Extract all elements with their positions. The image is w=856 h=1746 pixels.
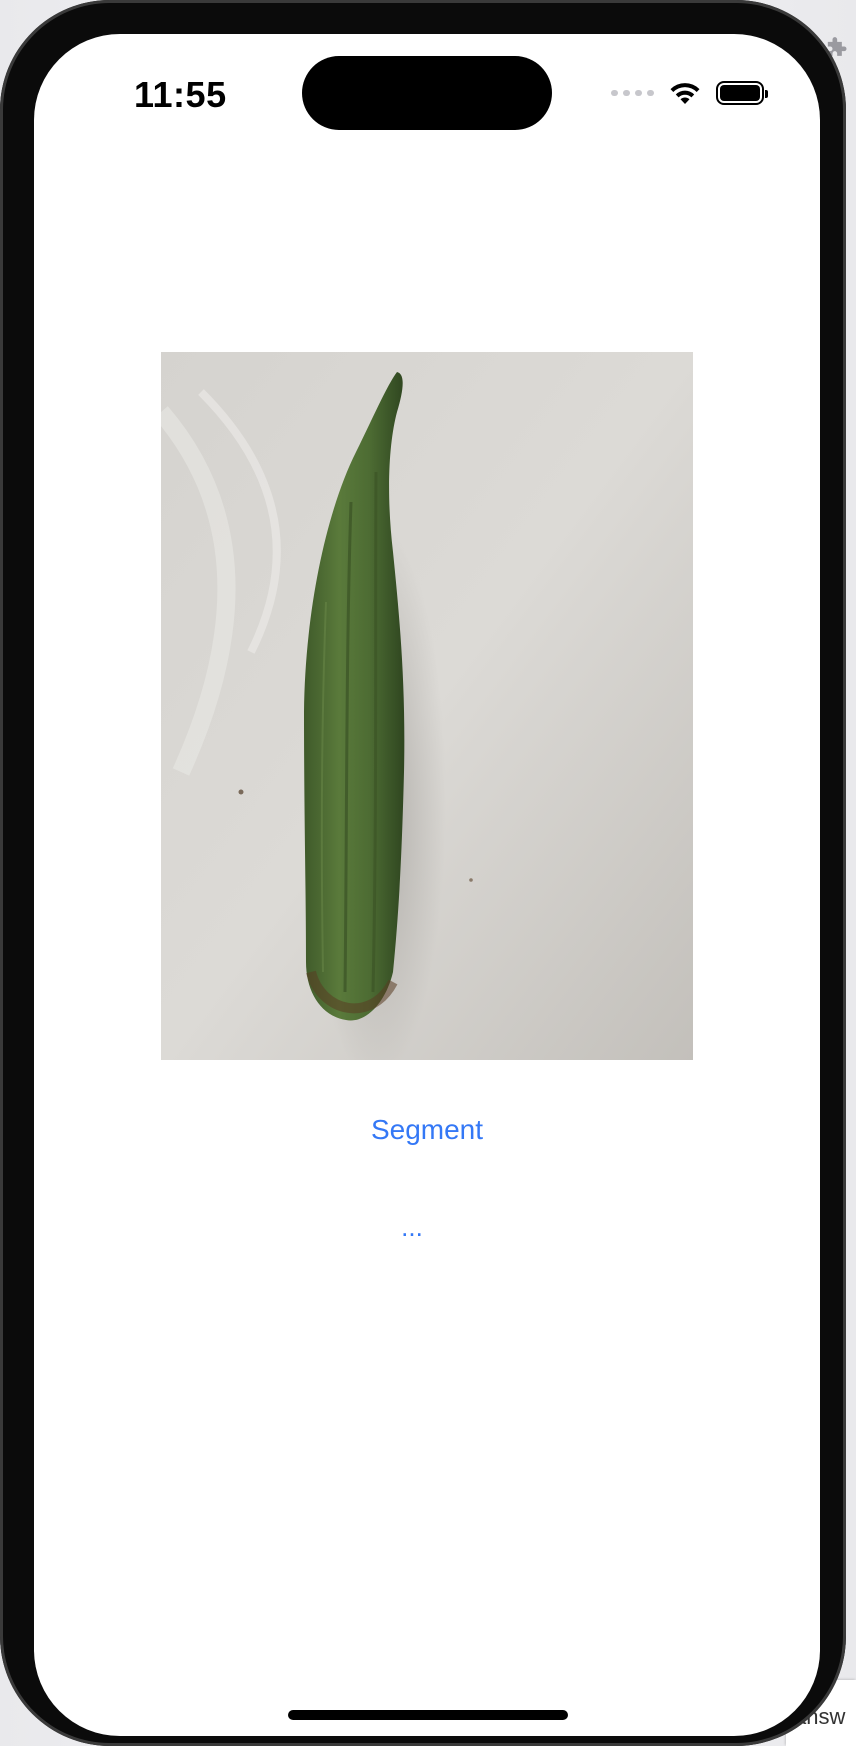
battery-icon: [716, 81, 768, 105]
phone-frame: 11:55 Segment ...: [0, 0, 846, 1746]
okra-image: [161, 352, 693, 1060]
okra-photo: [161, 352, 693, 1060]
status-time: 11:55: [134, 74, 227, 115]
result-text: ...: [401, 1212, 423, 1242]
home-indicator[interactable]: [288, 1710, 568, 1720]
cellular-signal-icon: [611, 90, 654, 96]
dynamic-island: [302, 56, 552, 130]
segment-button[interactable]: Segment: [34, 1114, 820, 1146]
status-icons: [611, 78, 768, 108]
phone-screen: 11:55 Segment ...: [34, 34, 820, 1736]
wifi-icon: [670, 83, 700, 104]
